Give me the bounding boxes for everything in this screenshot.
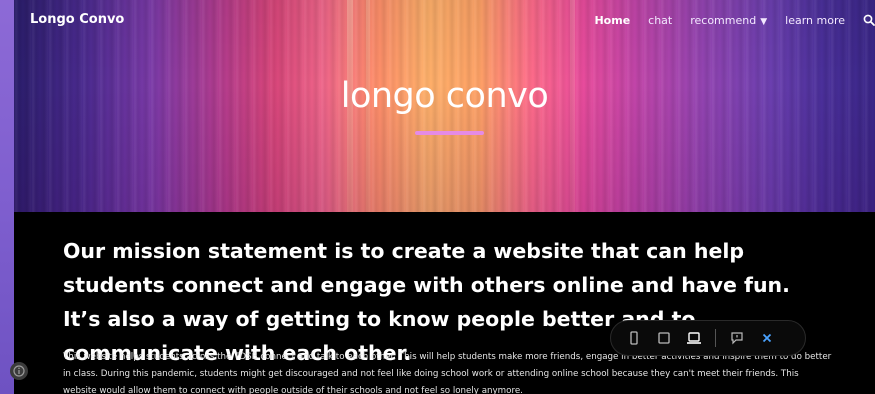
site-brand[interactable]: Longo Convo xyxy=(30,12,124,27)
nav-item-recommend[interactable]: recommend ▼ xyxy=(690,14,767,27)
info-icon[interactable] xyxy=(10,362,28,380)
tablet-icon[interactable] xyxy=(651,325,677,351)
search-icon[interactable] xyxy=(863,14,875,26)
nav-item-chat[interactable]: chat xyxy=(648,14,672,27)
comment-icon[interactable] xyxy=(724,325,750,351)
preview-device-toolbar xyxy=(610,320,806,356)
main-content: Our mission statement is to create a web… xyxy=(14,212,875,394)
nav-item-home[interactable]: Home xyxy=(594,14,630,27)
laptop-icon[interactable] xyxy=(681,325,707,351)
site-nav: Home chat recommend ▼ learn more xyxy=(594,13,875,27)
hero-title-underline xyxy=(415,131,484,135)
nav-item-learn-more[interactable]: learn more xyxy=(785,14,845,27)
phone-icon[interactable] xyxy=(621,325,647,351)
toolbar-divider xyxy=(715,329,716,347)
close-icon[interactable] xyxy=(754,325,780,351)
nav-item-recommend-label: recommend xyxy=(690,13,757,27)
hero-title: longo convo xyxy=(340,76,549,116)
chevron-down-icon: ▼ xyxy=(760,16,768,27)
hero-banner: Longo Convo Home chat recommend ▼ learn m… xyxy=(14,0,875,212)
